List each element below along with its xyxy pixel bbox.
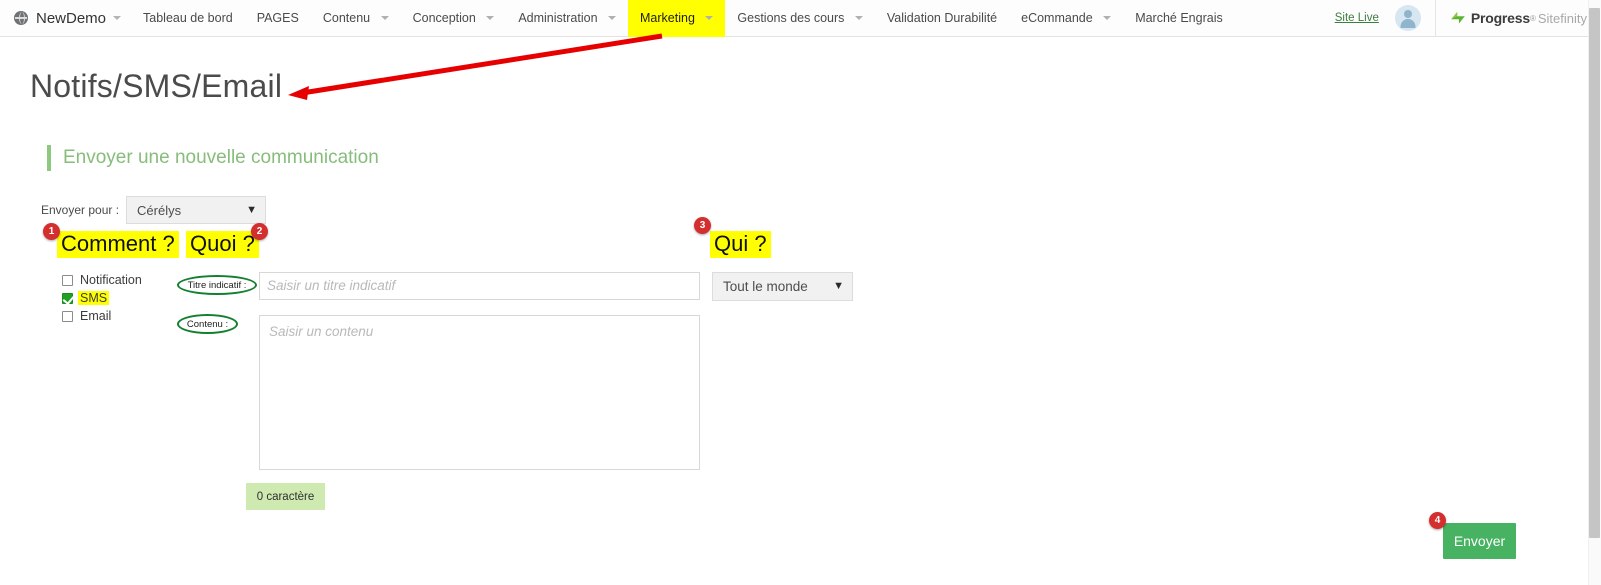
envoyer-pour-value: Cérélys — [137, 203, 232, 218]
globe-icon — [14, 11, 28, 25]
section-heading: Envoyer une nouvelle communication — [47, 145, 379, 171]
vertical-scrollbar-thumb[interactable] — [1589, 8, 1600, 538]
annotation-label-comment: Comment ? — [57, 231, 179, 258]
logo-sitefinity-text: Sitefinity — [1538, 11, 1587, 26]
nav-label: eCommande — [1021, 11, 1093, 25]
envoyer-pour-label: Envoyer pour : — [41, 203, 119, 217]
site-brand-label: NewDemo — [36, 10, 106, 27]
chevron-down-icon — [608, 16, 616, 20]
nav-item-administration[interactable]: Administration — [506, 0, 628, 37]
logo-progress-text: Progress — [1471, 10, 1530, 26]
nav-label: Validation Durabilité — [887, 11, 997, 25]
checkbox-box-icon[interactable] — [62, 311, 73, 322]
page-title: Notifs/SMS/Email — [30, 68, 282, 105]
checkbox-notification[interactable]: Notification — [62, 271, 144, 289]
chevron-down-icon — [486, 16, 494, 20]
checkbox-email[interactable]: Email — [62, 307, 144, 325]
checkbox-label: SMS — [78, 291, 109, 305]
annotation-badge-2: 2 — [251, 223, 268, 240]
nav-label: Gestions des cours — [737, 11, 844, 25]
annotation-label-quoi: Quoi ? — [186, 231, 259, 258]
nav-item-gestions-des-cours[interactable]: Gestions des cours — [725, 0, 874, 37]
audience-select[interactable]: Tout le monde ▼ — [712, 272, 853, 301]
annotation-badge-3: 3 — [694, 217, 711, 234]
progress-logo-icon — [1450, 11, 1466, 26]
red-arrow-icon — [288, 36, 662, 100]
site-brand-selector[interactable]: NewDemo — [0, 0, 131, 37]
logo-trademark: ® — [1530, 14, 1536, 23]
audience-value: Tout le monde — [723, 279, 819, 294]
user-avatar-icon[interactable] — [1395, 5, 1421, 31]
nav-item-tableau-de-bord[interactable]: Tableau de bord — [131, 0, 245, 37]
nav-item-contenu[interactable]: Contenu — [311, 0, 401, 37]
chevron-down-icon — [113, 16, 121, 20]
nav-item-marketing[interactable]: Marketing — [628, 0, 725, 37]
chevron-down-icon: ▼ — [833, 281, 844, 292]
nav-item-pages[interactable]: PAGES — [245, 0, 311, 37]
nav-label: PAGES — [257, 11, 299, 25]
checkbox-sms[interactable]: SMS — [62, 289, 144, 307]
nav-item-ecommande[interactable]: eCommande — [1009, 0, 1123, 37]
nav-label: Marketing — [640, 11, 695, 25]
nav-label: Tableau de bord — [143, 11, 233, 25]
checkbox-box-icon[interactable] — [62, 275, 73, 286]
annotation-label-qui: Qui ? — [710, 231, 771, 258]
annotation-badge-4: 4 — [1429, 512, 1446, 529]
chevron-down-icon — [381, 16, 389, 20]
checkbox-label: Notification — [78, 273, 144, 287]
chevron-down-icon — [855, 16, 863, 20]
site-live-link[interactable]: Site Live — [1325, 12, 1395, 24]
character-counter: 0 caractère — [246, 483, 325, 510]
section-accent-bar — [47, 145, 51, 171]
nav-label: Administration — [518, 11, 597, 25]
checkbox-checked-icon[interactable] — [62, 293, 73, 304]
annotation-ellipse-titre-indicatif: Titre indicatif : — [177, 275, 257, 295]
nav-item-conception[interactable]: Conception — [401, 0, 507, 37]
section-heading-label: Envoyer une nouvelle communication — [63, 147, 379, 169]
chevron-down-icon: ▼ — [246, 205, 257, 216]
nav-label: Marché Engrais — [1135, 11, 1223, 25]
nav-label: Conception — [413, 11, 476, 25]
envoyer-pour-select[interactable]: Cérélys ▼ — [126, 196, 266, 224]
contenu-textarea[interactable]: Saisir un contenu — [259, 315, 700, 470]
envoyer-pour-row: Envoyer pour : Cérélys ▼ — [41, 196, 266, 224]
progress-sitefinity-logo: Progress ® Sitefinity — [1435, 0, 1601, 37]
annotation-ellipse-contenu: Contenu : — [177, 314, 238, 334]
nav-item-marche-engrais[interactable]: Marché Engrais — [1123, 0, 1235, 37]
channel-checkbox-group: Notification SMS Email — [62, 271, 144, 325]
vertical-scrollbar-track[interactable] — [1588, 0, 1601, 585]
nav-item-validation-durabilite[interactable]: Validation Durabilité — [875, 0, 1009, 37]
annotation-badge-1: 1 — [43, 223, 60, 240]
submit-button[interactable]: Envoyer — [1443, 523, 1516, 559]
nav-label: Contenu — [323, 11, 370, 25]
checkbox-label: Email — [78, 309, 113, 323]
admin-top-navbar: NewDemo Tableau de bord PAGES Contenu Co… — [0, 0, 1601, 37]
chevron-down-icon — [705, 16, 713, 20]
topbar-right-group: Site Live Progress ® Sitefinity — [1325, 0, 1601, 37]
titre-indicatif-input[interactable]: Saisir un titre indicatif — [259, 272, 700, 300]
chevron-down-icon — [1103, 16, 1111, 20]
